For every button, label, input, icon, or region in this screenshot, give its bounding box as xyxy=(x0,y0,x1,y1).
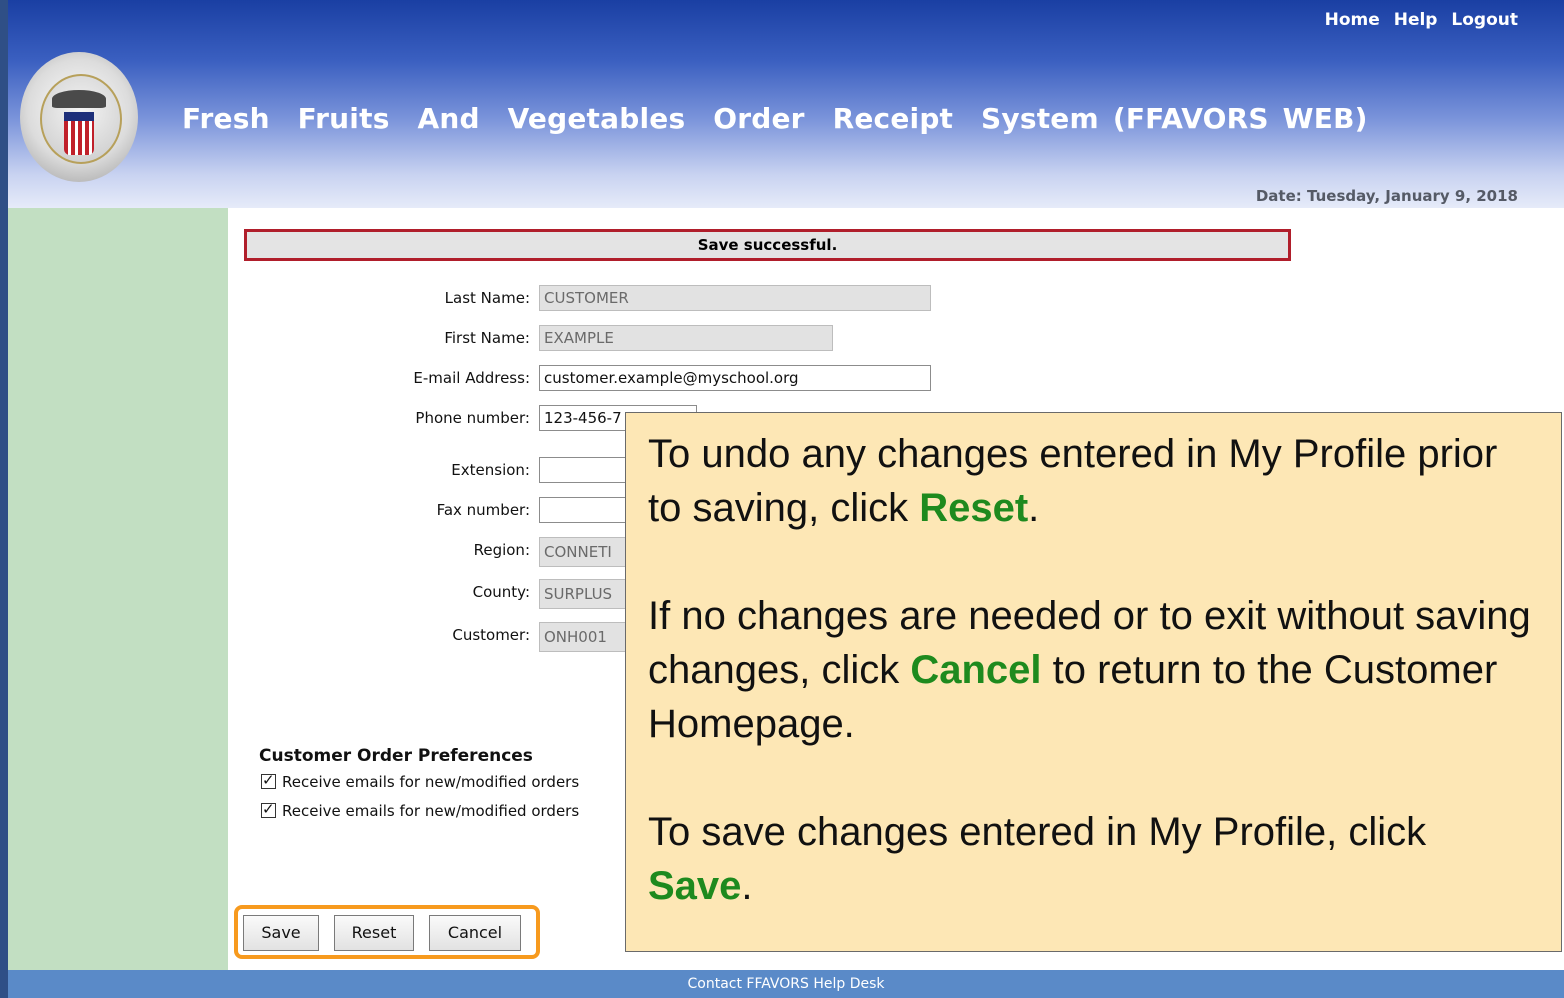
left-sidebar xyxy=(8,208,228,970)
status-message: Save successful. xyxy=(244,229,1291,261)
region-label: Region: xyxy=(473,541,530,559)
preference-label: Receive emails for new/modified orders xyxy=(282,802,580,820)
window-frame xyxy=(0,0,8,998)
app-header: Home Help Logout Fresh Fruits And Vegeta… xyxy=(8,0,1564,208)
callout-cancel-text: If no changes are needed or to exit with… xyxy=(648,594,1531,746)
callout-reset-text: To undo any changes entered in My Profil… xyxy=(648,432,1498,530)
last-name-label: Last Name: xyxy=(444,289,530,307)
customer-label: Customer: xyxy=(452,626,530,644)
date-value: Tuesday, January 9, 2018 xyxy=(1307,187,1518,205)
county-label: County: xyxy=(472,583,530,601)
phone-label: Phone number: xyxy=(415,409,530,427)
instruction-callout: To undo any changes entered in My Profil… xyxy=(625,412,1562,952)
preference-item[interactable]: Receive emails for new/modified orders xyxy=(261,800,580,820)
date-display: Date: Tuesday, January 9, 2018 xyxy=(1256,187,1518,205)
email-label: E-mail Address: xyxy=(413,369,530,387)
callout-reset-emphasis: Reset xyxy=(919,486,1029,530)
nav-home-link[interactable]: Home xyxy=(1325,10,1380,30)
preferences-title: Customer Order Preferences xyxy=(259,746,533,766)
first-name-label: First Name: xyxy=(444,329,530,347)
eagle-icon xyxy=(52,90,106,108)
save-button[interactable]: Save xyxy=(243,915,319,951)
checkbox-checked-icon[interactable] xyxy=(261,800,276,818)
extension-label: Extension: xyxy=(451,461,530,479)
cancel-button[interactable]: Cancel xyxy=(429,915,521,951)
callout-save-emphasis: Save xyxy=(648,864,742,908)
email-field[interactable]: customer.example@myschool.org xyxy=(539,365,931,391)
shield-icon xyxy=(64,112,94,155)
first-name-field[interactable]: EXAMPLE xyxy=(539,325,833,351)
app-title: Fresh Fruits And Vegetables Order Receip… xyxy=(182,102,1368,135)
help-desk-link[interactable]: Contact FFAVORS Help Desk xyxy=(688,976,885,992)
last-name-field[interactable]: CUSTOMER xyxy=(539,285,931,311)
fax-label: Fax number: xyxy=(436,501,530,519)
nav-help-link[interactable]: Help xyxy=(1394,10,1438,30)
callout-cancel-emphasis: Cancel xyxy=(910,648,1042,692)
nav-logout-link[interactable]: Logout xyxy=(1451,10,1518,30)
date-label: Date: xyxy=(1255,187,1302,205)
top-nav: Home Help Logout xyxy=(1317,10,1518,30)
reset-button[interactable]: Reset xyxy=(334,915,414,951)
callout-save-text: To save changes entered in My Profile, c… xyxy=(648,810,1427,908)
preference-label: Receive emails for new/modified orders xyxy=(282,773,580,791)
preference-item[interactable]: Receive emails for new/modified orders xyxy=(261,771,580,791)
checkbox-checked-icon[interactable] xyxy=(261,771,276,789)
footer: Contact FFAVORS Help Desk xyxy=(8,970,1564,998)
dla-seal-logo-icon xyxy=(20,52,138,182)
